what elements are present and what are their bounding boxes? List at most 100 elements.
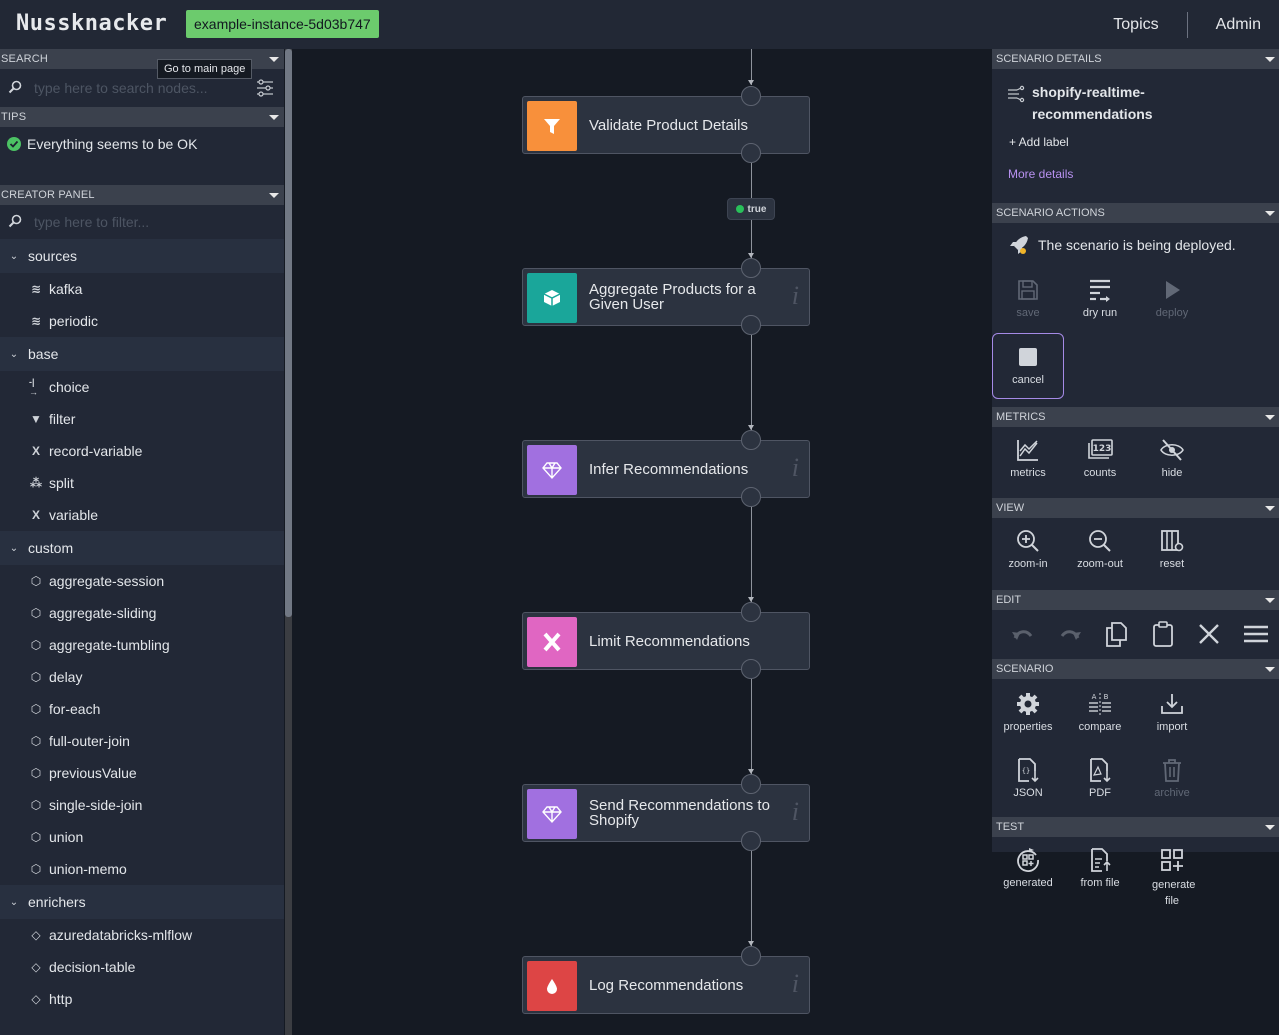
import-button[interactable]: import bbox=[1136, 681, 1208, 747]
info-icon[interactable]: i bbox=[792, 969, 799, 999]
creator-item-previousValue[interactable]: ⬡ previousValue bbox=[0, 757, 284, 789]
dry-run-button[interactable]: dry run bbox=[1064, 267, 1136, 333]
collapse-caret-icon[interactable] bbox=[1265, 415, 1275, 420]
collapse-caret-icon[interactable] bbox=[1265, 667, 1275, 672]
edge-label-true[interactable]: true bbox=[727, 198, 775, 220]
add-label-button[interactable]: + Add label bbox=[1009, 135, 1069, 149]
redo-button[interactable] bbox=[1047, 616, 1094, 652]
counts-button[interactable]: 123 counts bbox=[1064, 427, 1136, 493]
creator-panel-header[interactable]: CREATOR PANEL bbox=[0, 185, 284, 205]
creator-item-aggregate-tumbling[interactable]: ⬡ aggregate-tumbling bbox=[0, 629, 284, 661]
paste-button[interactable] bbox=[1140, 616, 1187, 652]
search-options-icon[interactable] bbox=[256, 79, 274, 97]
collapse-caret-icon[interactable] bbox=[269, 57, 279, 62]
collapse-caret-icon[interactable] bbox=[1265, 211, 1275, 216]
creator-item-full-outer-join[interactable]: ⬡ full-outer-join bbox=[0, 725, 284, 757]
metrics-button[interactable]: metrics bbox=[992, 427, 1064, 493]
undo-button[interactable] bbox=[1000, 616, 1047, 652]
creator-item-variable[interactable]: Xvariable bbox=[0, 499, 284, 531]
edge[interactable] bbox=[751, 507, 752, 602]
graph-node[interactable]: Limit Recommendations bbox=[522, 612, 810, 670]
collapse-caret-icon[interactable] bbox=[269, 115, 279, 120]
creator-item-union[interactable]: ⬡ union bbox=[0, 821, 284, 853]
category-base[interactable]: ⌄ base bbox=[0, 337, 284, 371]
edge[interactable] bbox=[751, 335, 752, 430]
deploy-button[interactable]: deploy bbox=[1136, 267, 1208, 333]
creator-item-aggregate-session[interactable]: ⬡ aggregate-session bbox=[0, 565, 284, 597]
info-icon[interactable]: i bbox=[792, 797, 799, 827]
input-port[interactable] bbox=[741, 86, 761, 106]
output-port[interactable] bbox=[741, 315, 761, 335]
input-port[interactable] bbox=[741, 602, 761, 622]
collapse-caret-icon[interactable] bbox=[1265, 506, 1275, 511]
output-port[interactable] bbox=[741, 659, 761, 679]
cancel-button[interactable]: cancel bbox=[992, 333, 1064, 399]
nav-admin[interactable]: Admin bbox=[1216, 16, 1261, 34]
creator-item-union-memo[interactable]: ⬡ union-memo bbox=[0, 853, 284, 885]
creator-filter-input[interactable] bbox=[34, 211, 244, 233]
generate-file-button[interactable]: generate file bbox=[1136, 837, 1208, 917]
test-from-file-button[interactable]: from file bbox=[1064, 837, 1136, 903]
hide-button[interactable]: hide bbox=[1136, 427, 1208, 493]
creator-item-aggregate-sliding[interactable]: ⬡ aggregate-sliding bbox=[0, 597, 284, 629]
creator-item-azuredatabricks-mlflow[interactable]: ◇ azuredatabricks-mlflow bbox=[0, 919, 284, 951]
delete-button[interactable] bbox=[1186, 616, 1233, 652]
creator-item-record-variable[interactable]: Xrecord-variable bbox=[0, 435, 284, 467]
more-details-link[interactable]: More details bbox=[1008, 167, 1073, 181]
output-port[interactable] bbox=[741, 487, 761, 507]
json-export-button[interactable]: {} JSON bbox=[992, 747, 1064, 813]
creator-item-decision-table[interactable]: ◇ decision-table bbox=[0, 951, 284, 983]
zoom-out-button[interactable]: zoom-out bbox=[1064, 518, 1136, 584]
test-header[interactable]: TEST bbox=[992, 817, 1279, 837]
layout-button[interactable] bbox=[1233, 616, 1279, 652]
creator-item-split[interactable]: ⁂ split bbox=[0, 467, 284, 499]
info-icon[interactable]: i bbox=[792, 281, 799, 311]
creator-item-single-side-join[interactable]: ⬡ single-side-join bbox=[0, 789, 284, 821]
save-button[interactable]: save bbox=[992, 267, 1064, 333]
archive-button[interactable]: archive bbox=[1136, 747, 1208, 813]
info-icon[interactable]: i bbox=[792, 453, 799, 483]
edge[interactable] bbox=[751, 679, 752, 774]
nav-topics[interactable]: Topics bbox=[1113, 16, 1158, 34]
collapse-caret-icon[interactable] bbox=[269, 193, 279, 198]
category-sources[interactable]: ⌄ sources bbox=[0, 239, 284, 273]
edge[interactable] bbox=[751, 851, 752, 946]
output-port[interactable] bbox=[741, 831, 761, 851]
left-panel-scrollbar-thumb[interactable] bbox=[285, 49, 292, 617]
view-header[interactable]: VIEW bbox=[992, 498, 1279, 518]
creator-item-http[interactable]: ◇ http bbox=[0, 983, 284, 1015]
creator-item-kafka[interactable]: ≋ kafka bbox=[0, 273, 284, 305]
category-custom[interactable]: ⌄ custom bbox=[0, 531, 284, 565]
scenario-actions-header[interactable]: SCENARIO ACTIONS bbox=[992, 203, 1279, 223]
input-port[interactable] bbox=[741, 258, 761, 278]
graph-canvas[interactable] bbox=[292, 49, 992, 1035]
graph-node[interactable]: Infer Recommendations i bbox=[522, 440, 810, 498]
input-port[interactable] bbox=[741, 430, 761, 450]
collapse-caret-icon[interactable] bbox=[1265, 825, 1275, 830]
tips-panel-header[interactable]: TIPS bbox=[0, 107, 284, 127]
test-generated-button[interactable]: generated bbox=[992, 837, 1064, 903]
creator-item-delay[interactable]: ⬡ delay bbox=[0, 661, 284, 693]
creator-item-periodic[interactable]: ≋ periodic bbox=[0, 305, 284, 337]
pdf-export-button[interactable]: PDF bbox=[1064, 747, 1136, 813]
compare-button[interactable]: AB compare bbox=[1064, 681, 1136, 747]
app-logo[interactable]: Nussknacker bbox=[16, 11, 167, 36]
graph-node[interactable]: Aggregate Products for a Given User i bbox=[522, 268, 810, 326]
creator-item-choice[interactable]: -|→ choice bbox=[0, 371, 284, 403]
category-enrichers[interactable]: ⌄ enrichers bbox=[0, 885, 284, 919]
reset-view-button[interactable]: reset bbox=[1136, 518, 1208, 584]
input-port[interactable] bbox=[741, 774, 761, 794]
collapse-caret-icon[interactable] bbox=[1265, 598, 1275, 603]
edit-header[interactable]: EDIT bbox=[992, 590, 1279, 610]
zoom-in-button[interactable]: zoom-in bbox=[992, 518, 1064, 584]
search-nodes-input[interactable] bbox=[34, 77, 244, 99]
graph-node[interactable]: Send Recommendations to Shopify i bbox=[522, 784, 810, 842]
properties-button[interactable]: properties bbox=[992, 681, 1064, 747]
input-port[interactable] bbox=[741, 946, 761, 966]
output-port[interactable] bbox=[741, 143, 761, 163]
creator-item-filter[interactable]: ▼ filter bbox=[0, 403, 284, 435]
graph-node[interactable]: Log Recommendations i bbox=[522, 956, 810, 1014]
creator-item-for-each[interactable]: ⬡ for-each bbox=[0, 693, 284, 725]
graph-node[interactable]: Validate Product Details bbox=[522, 96, 810, 154]
copy-button[interactable] bbox=[1093, 616, 1140, 652]
